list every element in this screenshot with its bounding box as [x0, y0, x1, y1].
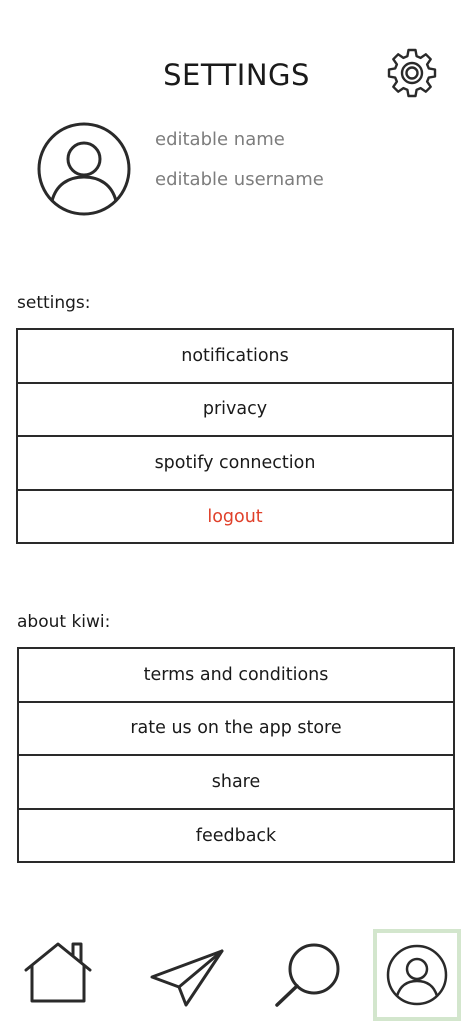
home-icon[interactable] — [22, 939, 94, 1005]
notifications-button[interactable]: notifications — [18, 330, 452, 384]
send-icon[interactable] — [148, 943, 226, 1009]
terms-and-conditions-button[interactable]: terms and conditions — [19, 649, 453, 703]
bottom-tab-bar — [0, 925, 473, 1024]
settings-screen: SETTINGS editable name editable username… — [0, 0, 473, 1024]
about-menu: terms and conditions rate us on the app … — [17, 647, 455, 863]
about-section-label: about kiwi: — [17, 612, 111, 632]
editable-username-field[interactable]: editable username — [155, 169, 324, 190]
share-button[interactable]: share — [19, 756, 453, 810]
editable-name-field[interactable]: editable name — [155, 129, 285, 150]
feedback-button[interactable]: feedback — [19, 810, 453, 864]
rate-app-button[interactable]: rate us on the app store — [19, 703, 453, 756]
gear-icon[interactable] — [386, 46, 438, 98]
search-icon[interactable] — [272, 941, 344, 1009]
tab-profile[interactable] — [373, 929, 461, 1021]
settings-menu: notifications privacy spotify connection… — [16, 328, 454, 544]
profile-icon — [386, 944, 448, 1006]
privacy-button[interactable]: privacy — [18, 384, 452, 437]
spotify-connection-button[interactable]: spotify connection — [18, 437, 452, 491]
logout-button[interactable]: logout — [18, 491, 452, 545]
settings-section-label: settings: — [17, 293, 91, 313]
user-avatar-icon[interactable] — [36, 121, 132, 217]
